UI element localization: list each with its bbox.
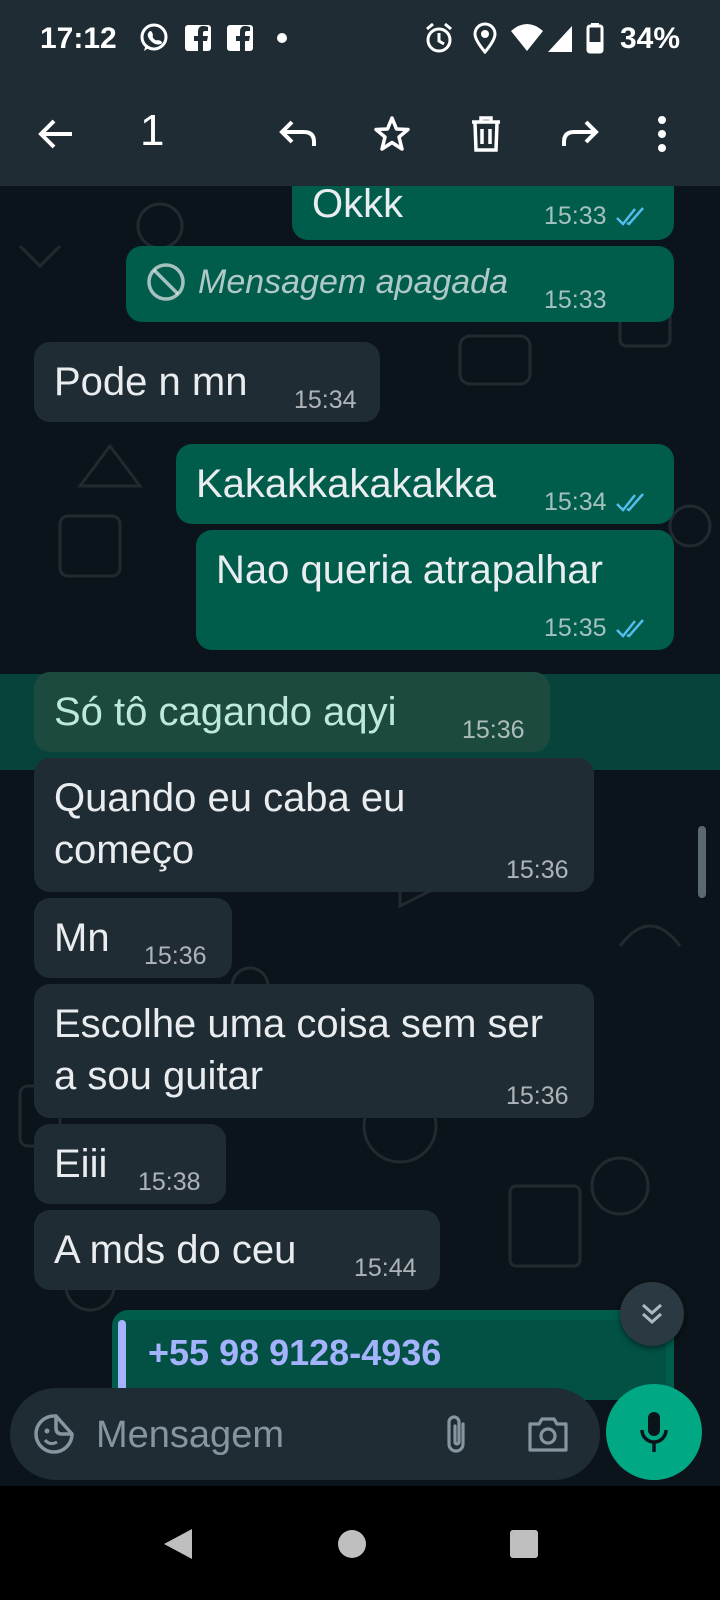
message-bubble-incoming[interactable]: Mn 15:36 [34,898,232,978]
message-time: 15:36 [506,1082,569,1110]
message-text: Mn [54,916,110,960]
message-input[interactable]: Mensagem [10,1388,600,1480]
message-bubble-deleted[interactable]: Mensagem apagada 15:33 [126,246,674,322]
paperclip-icon [447,1415,465,1453]
message-bubble-incoming[interactable]: Pode n mn 15:34 [34,342,380,422]
message-input-placeholder: Mensagem [96,1414,284,1456]
selection-toolbar: 1 [0,78,720,186]
more-options-button[interactable] [630,102,694,166]
message-meta: 15:34 [544,488,649,517]
nav-recents-button[interactable] [494,1514,554,1574]
message-bubble-incoming[interactable]: A mds do ceu 15:44 [34,1210,440,1290]
message-text: Só tô cagando aqyi [54,690,397,734]
facebook-icon [185,25,211,52]
battery-icon [586,23,604,54]
nav-home-icon [338,1530,366,1558]
back-button[interactable] [24,102,88,166]
message-time: 15:38 [138,1168,201,1196]
system-navigation-bar [0,1486,720,1600]
alarm-icon [426,22,452,53]
blocked-icon [147,263,185,301]
message-text: Pode n mn [54,360,248,404]
dot-icon [277,33,287,43]
message-text: Mensagem apagada [198,263,509,301]
message-bubble-incoming-selected[interactable]: Só tô cagando aqyi 15:36 [34,672,550,752]
message-time: 15:33 [544,286,607,314]
delete-button[interactable] [454,102,518,166]
forward-icon [562,120,599,146]
message-time: 15:34 [294,386,357,414]
back-arrow-icon [38,119,72,149]
star-button[interactable] [360,102,424,166]
voice-message-button[interactable] [606,1384,702,1480]
message-time: 15:36 [506,856,569,884]
quoted-contact-number: +55 98 9128-4936 [148,1332,442,1373]
signal-icon [548,26,572,52]
nav-back-button[interactable] [148,1514,208,1574]
message-meta: 15:35 [544,614,649,643]
sticker-button[interactable] [30,1410,78,1458]
scroll-to-bottom-button[interactable] [620,1282,684,1346]
selected-count: 1 [140,106,165,155]
camera-icon [528,1417,568,1452]
double-chevron-down-icon [642,1303,662,1325]
nav-recents-icon [510,1530,538,1558]
message-time: 15:35 [544,614,607,642]
message-bubble-incoming[interactable]: Escolhe uma coisa sem ser a sou guitar 1… [34,984,594,1118]
message-bubble-outgoing[interactable]: Okkk 15:33 [292,186,674,240]
message-time: 15:44 [354,1254,417,1282]
message-time: 15:34 [544,488,607,516]
message-text: Quando eu caba eu começo [54,776,406,872]
read-receipt-icon [615,206,644,226]
microphone-icon [640,1412,668,1452]
nav-back-icon [164,1529,192,1559]
message-text: Escolhe uma coisa sem ser a sou guitar [54,1002,544,1098]
forward-button[interactable] [548,102,612,166]
message-meta: 15:33 [544,202,649,231]
chat-area[interactable]: Okkk 15:33 Mensagem apagada 15:33 Pode n… [0,186,720,1400]
more-vertical-icon [658,116,666,152]
message-time: 15:36 [144,942,207,970]
attach-button[interactable] [432,1410,480,1458]
message-bubble-outgoing[interactable]: Nao queria atrapalhar 15:35 [196,530,674,650]
message-text: Okkk [312,186,404,226]
sticker-icon [34,1414,74,1454]
whatsapp-icon [140,23,168,51]
battery-percentage: 34% [620,22,681,55]
location-icon [473,22,497,54]
star-icon [374,116,410,151]
facebook-icon [227,25,253,52]
read-receipt-icon [615,492,644,512]
status-bar: 17:12 34% [0,0,720,78]
wifi-icon [511,24,543,51]
scrollbar-thumb[interactable] [698,826,706,898]
message-time: 15:33 [544,202,607,230]
message-text: Kakakkakakakka [196,462,497,506]
message-text: Eiii [54,1142,108,1186]
message-bubble-outgoing[interactable]: Kakakkakakakka 15:34 [176,444,674,524]
message-input-bar: Mensagem [0,1380,720,1486]
message-text: Nao queria atrapalhar [216,548,603,592]
camera-button[interactable] [524,1410,572,1458]
clock: 17:12 [40,22,117,55]
message-bubble-incoming[interactable]: Eiii 15:38 [34,1124,226,1204]
message-bubble-incoming[interactable]: Quando eu caba eu começo 15:36 [34,758,594,892]
reply-icon [279,120,316,146]
message-time: 15:36 [462,716,525,744]
reply-button[interactable] [266,102,330,166]
message-text: A mds do ceu [54,1228,297,1272]
read-receipt-icon [615,618,644,638]
trash-icon [472,116,500,152]
nav-home-button[interactable] [322,1514,382,1574]
